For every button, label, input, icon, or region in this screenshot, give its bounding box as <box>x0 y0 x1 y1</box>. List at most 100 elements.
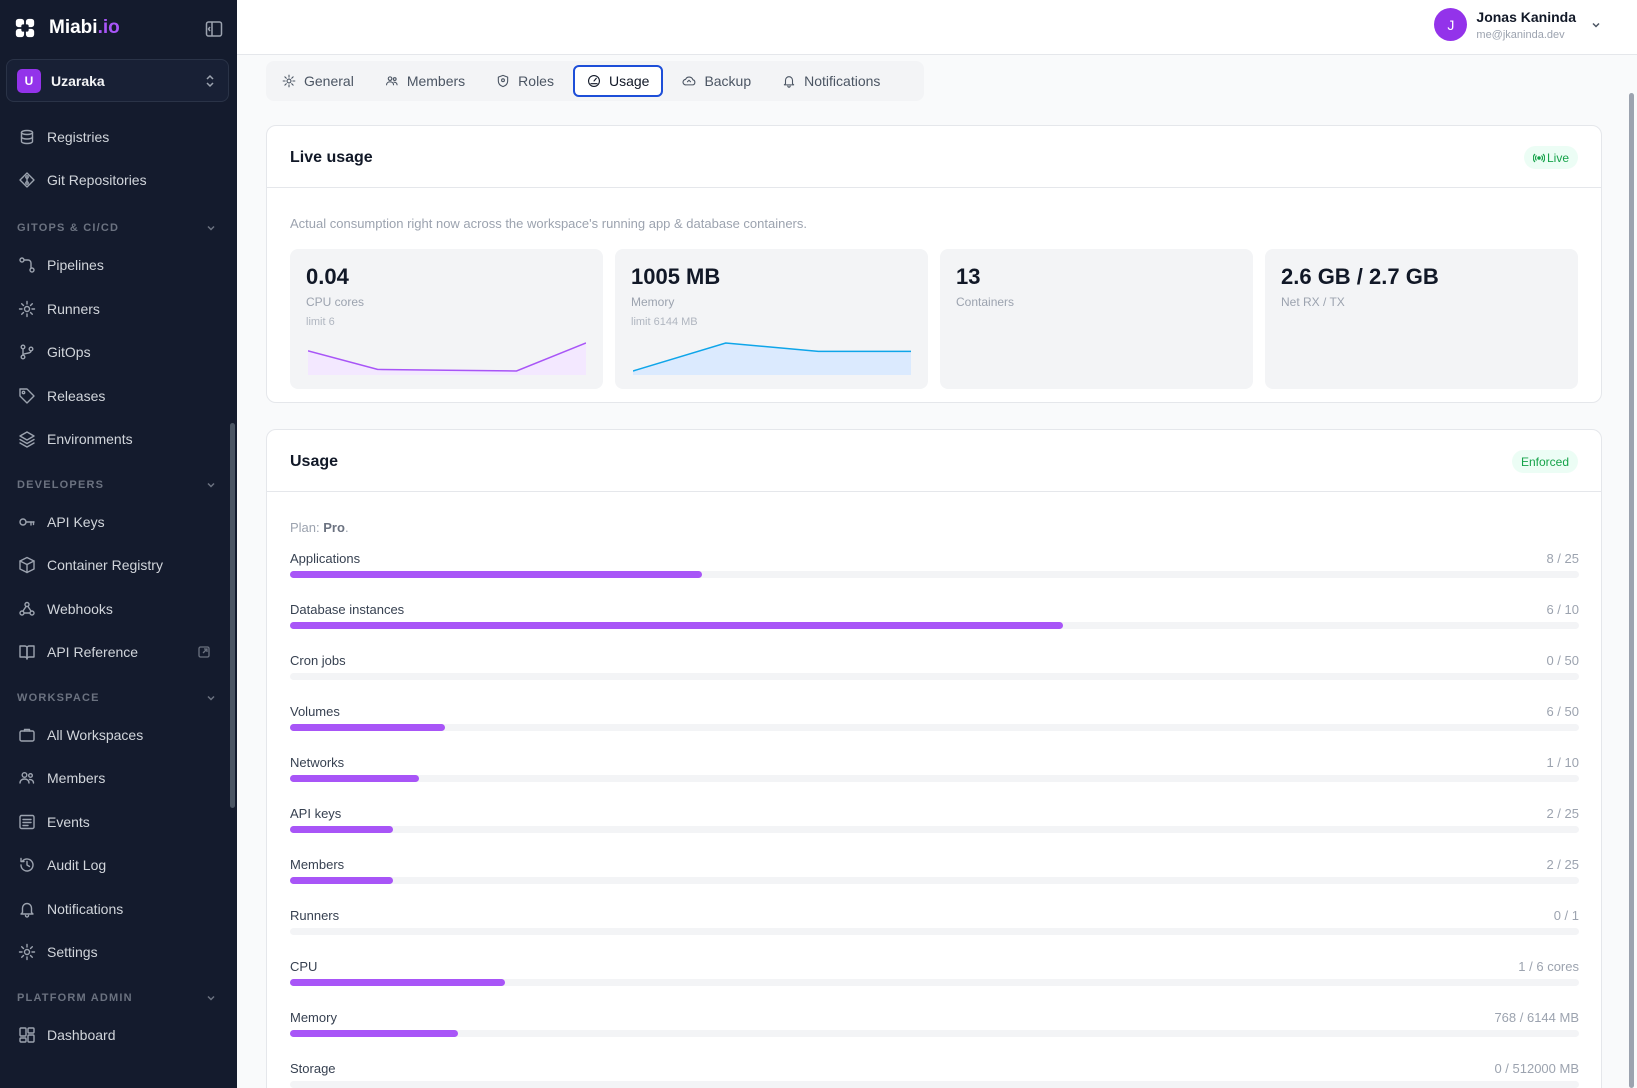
sidebar-item-environments[interactable]: Environments <box>0 421 237 457</box>
sidebar-item-label: Dashboard <box>47 1026 116 1043</box>
stat-label: Net RX / TX <box>1281 295 1345 309</box>
usage-row-cron-jobs: Cron jobs 0 / 50 <box>290 653 1579 683</box>
tab-general[interactable]: General <box>270 65 366 97</box>
usage-value: 6 / 10 <box>1546 602 1579 617</box>
sidebar-item-events[interactable]: Events <box>0 804 237 840</box>
stat-limit: limit 6144 MB <box>631 316 698 328</box>
logo-icon <box>15 18 35 38</box>
tab-label: Backup <box>704 73 752 89</box>
usage-value: 8 / 25 <box>1546 551 1579 566</box>
sidebar-item-label: Releases <box>47 387 106 404</box>
chevron-updown-icon <box>206 74 214 88</box>
usage-row-memory: Memory 768 / 6144 MB <box>290 1010 1579 1040</box>
sidebar-item-dashboard[interactable]: Dashboard <box>0 1017 237 1053</box>
sidebar-item-label: GitOps <box>47 344 91 360</box>
topbar: J Jonas Kaninda me@jkaninda.dev <box>237 0 1637 55</box>
git-branch-icon <box>20 344 34 360</box>
stat-card-memory: 1005 MB Memory limit 6144 MB <box>615 249 928 389</box>
sidebar-item-label: Environments <box>47 431 133 447</box>
section-platform-admin[interactable]: PLATFORM ADMIN <box>17 992 217 1004</box>
usage-progress-fill <box>290 724 445 731</box>
section-workspace[interactable]: WORKSPACE <box>17 692 217 704</box>
usage-progress-fill <box>290 826 394 833</box>
sidebar-item-api-keys[interactable]: API Keys <box>0 504 237 540</box>
key-icon <box>19 517 35 526</box>
sidebar-item-label: Events <box>47 813 90 830</box>
user-menu[interactable]: J Jonas Kaninda me@jkaninda.dev <box>1434 8 1602 41</box>
dashboard-icon <box>19 1026 35 1043</box>
gear-icon <box>18 300 36 317</box>
sidebar-scrollbar[interactable] <box>230 423 235 808</box>
usage-label: Storage <box>290 1061 336 1076</box>
sidebar-item-git-repositories[interactable]: Git Repositories <box>0 162 237 198</box>
stat-value: 13 <box>956 264 981 289</box>
sidebar-item-runners[interactable]: Runners <box>0 291 237 327</box>
sidebar-item-label: Container Registry <box>47 557 163 573</box>
live-usage-card: Live usage Live Actual consumption right… <box>266 125 1602 403</box>
usage-row-members: Members 2 / 25 <box>290 857 1579 887</box>
usage-value: 1 / 6 cores <box>1518 959 1579 974</box>
sidebar-item-members[interactable]: Members <box>0 760 237 796</box>
tab-members[interactable]: Members <box>373 65 477 97</box>
usage-row-networks: Networks 1 / 10 <box>290 755 1579 785</box>
sidebar-item-all-workspaces[interactable]: All Workspaces <box>0 717 237 753</box>
sidebar-item-releases[interactable]: Releases <box>0 378 237 414</box>
usage-row-database-instances: Database instances 6 / 10 <box>290 602 1579 632</box>
section-gitops-ci-cd[interactable]: GITOPS & CI/CD <box>17 222 217 234</box>
gear-icon <box>282 74 296 88</box>
sidebar-item-label: Notifications <box>47 900 124 917</box>
workspace-switcher[interactable]: U Uzaraka <box>6 59 229 102</box>
tab-backup[interactable]: Backup <box>670 65 763 97</box>
section-title: PLATFORM ADMIN <box>17 991 133 1004</box>
settings-tabs: General Members Roles Usage Backup Notificati… <box>266 61 924 101</box>
tab-label: Members <box>406 73 466 89</box>
usage-progress-bar <box>290 673 1579 680</box>
brand-name: Miabi.io <box>49 17 120 38</box>
users-icon <box>19 772 35 784</box>
stat-value: 1005 MB <box>631 264 721 289</box>
user-name: Jonas Kaninda <box>1476 8 1576 25</box>
usage-progress-fill <box>290 775 419 782</box>
sidebar-item-audit-log[interactable]: Audit Log <box>0 847 237 883</box>
tab-notifications[interactable]: Notifications <box>770 65 892 97</box>
user-email: me@jkaninda.dev <box>1476 28 1565 41</box>
usage-progress-bar <box>290 928 1579 935</box>
sidebar-item-label: All Workspaces <box>47 726 144 743</box>
sidebar-item-label: Members <box>47 770 106 786</box>
tab-usage[interactable]: Usage <box>572 65 664 97</box>
tab-roles[interactable]: Roles <box>484 65 566 97</box>
usage-label: API keys <box>290 806 342 821</box>
chevron-down-icon <box>207 482 215 488</box>
chevron-down-icon <box>207 225 215 231</box>
sidebar-item-notifications[interactable]: Notifications <box>0 891 237 927</box>
sidebar-item-pipelines[interactable]: Pipelines <box>0 247 237 283</box>
usage-value: 2 / 25 <box>1546 857 1579 872</box>
shield-icon <box>497 74 509 88</box>
usage-progress-bar <box>290 826 1579 833</box>
sidebar-item-gitops[interactable]: GitOps <box>0 334 237 370</box>
workspace-avatar: U <box>17 68 41 93</box>
sidebar-item-label: Pipelines <box>47 257 104 273</box>
section-title: DEVELOPERS <box>17 478 105 491</box>
webhook-icon <box>19 601 35 616</box>
usage-progress-bar <box>290 775 1579 782</box>
tab-label: General <box>304 73 354 89</box>
sidebar-item-webhooks[interactable]: Webhooks <box>0 591 237 627</box>
sidebar-item-registries[interactable]: Registries <box>0 119 237 155</box>
sidebar: Miabi.io U Uzaraka Registries Git Reposit… <box>0 0 237 1088</box>
section-developers[interactable]: DEVELOPERS <box>17 479 217 491</box>
tab-label: Usage <box>608 73 650 89</box>
brand[interactable]: Miabi.io <box>14 17 120 39</box>
sidebar-item-settings[interactable]: Settings <box>0 934 237 970</box>
usage-value: 1 / 10 <box>1546 755 1579 770</box>
sidebar-item-api-reference[interactable]: API Reference <box>0 634 237 670</box>
gauge-icon <box>587 75 600 87</box>
live-badge: Live <box>1523 146 1578 169</box>
sidebar-collapse-icon[interactable] <box>205 20 223 38</box>
sidebar-item-label: Webhooks <box>47 600 113 617</box>
main-scrollbar[interactable] <box>1629 93 1634 1088</box>
usage-label: Database instances <box>290 602 405 617</box>
sidebar-item-container-registry[interactable]: Container Registry <box>0 547 237 583</box>
database-icon <box>20 129 34 145</box>
usage-row-api-keys: API keys 2 / 25 <box>290 806 1579 836</box>
